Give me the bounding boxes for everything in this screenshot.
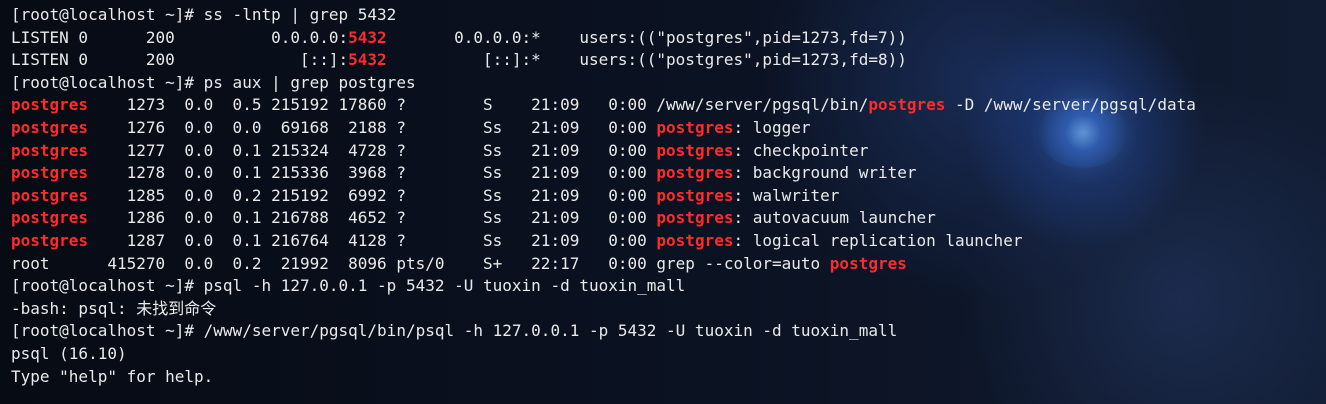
highlighted-match: postgres <box>11 140 89 160</box>
terminal-text: : logger <box>733 117 811 137</box>
terminal-text: [::]:* users:(("postgres",pid=1273,fd=8)… <box>386 50 907 70</box>
terminal-line: postgres 1277 0.0 0.1 215324 4728 ? Ss 2… <box>11 140 1326 163</box>
terminal-line: -bash: psql: 未找到命令 <box>11 298 1326 321</box>
terminal-text: [root@localhost ~]# ps aux | grep postgr… <box>11 72 416 92</box>
terminal-text: 1277 0.0 0.1 215324 4728 ? Ss 21:09 0:00 <box>88 140 657 160</box>
terminal-lines: [root@localhost ~]# ss -lntp | grep 5432… <box>11 4 1326 388</box>
terminal-text: 1278 0.0 0.1 215336 3968 ? Ss 21:09 0:00 <box>88 163 657 183</box>
terminal-text: LISTEN 0 200 [::]: <box>11 50 349 70</box>
terminal-text: 1285 0.0 0.2 215192 6992 ? Ss 21:09 0:00 <box>88 185 657 205</box>
highlighted-match: postgres <box>656 117 734 137</box>
highlighted-match: postgres <box>11 95 89 115</box>
terminal-line: LISTEN 0 200 0.0.0.0:5432 0.0.0.0:* user… <box>11 27 1326 50</box>
terminal-text: : checkpointer <box>733 140 869 160</box>
highlighted-match: postgres <box>11 117 89 137</box>
terminal-text: 1276 0.0 0.0 69168 2188 ? Ss 21:09 0:00 <box>88 117 657 137</box>
highlighted-match: postgres <box>656 163 734 183</box>
terminal-text: 1286 0.0 0.1 216788 4652 ? Ss 21:09 0:00 <box>88 208 657 228</box>
terminal-text: psql (16.10) <box>11 343 127 363</box>
terminal-line: [root@localhost ~]# psql -h 127.0.0.1 -p… <box>11 275 1326 298</box>
terminal-text: : autovacuum launcher <box>733 208 936 228</box>
highlighted-match: postgres <box>868 95 946 115</box>
highlighted-match: postgres <box>656 140 734 160</box>
highlighted-match: 5432 <box>348 27 387 47</box>
terminal-line: postgres 1273 0.0 0.5 215192 17860 ? S 2… <box>11 94 1326 117</box>
terminal-line: [root@localhost ~]# ss -lntp | grep 5432 <box>11 4 1326 27</box>
terminal-text: -D /www/server/pgsql/data <box>945 95 1196 115</box>
highlighted-match: postgres <box>11 163 89 183</box>
terminal-text: 0.0.0.0:* users:(("postgres",pid=1273,fd… <box>386 27 907 47</box>
terminal-line: [root@localhost ~]# /www/server/pgsql/bi… <box>11 320 1326 343</box>
highlighted-match: postgres <box>11 185 89 205</box>
terminal-line: LISTEN 0 200 [::]:5432 [::]:* users:(("p… <box>11 49 1326 72</box>
terminal-line: postgres 1285 0.0 0.2 215192 6992 ? Ss 2… <box>11 185 1326 208</box>
terminal-text: : logical replication launcher <box>733 230 1023 250</box>
terminal-text: [root@localhost ~]# /www/server/pgsql/bi… <box>11 321 898 341</box>
highlighted-match: postgres <box>656 208 734 228</box>
terminal-text: [root@localhost ~]# psql -h 127.0.0.1 -p… <box>11 276 686 296</box>
terminal-text: -bash: psql: 未找到命令 <box>11 298 217 318</box>
highlighted-match: 5432 <box>348 50 387 70</box>
terminal-text: root 415270 0.0 0.2 21992 8096 pts/0 S+ … <box>11 253 830 273</box>
highlighted-match: postgres <box>656 230 734 250</box>
highlighted-match: postgres <box>11 230 89 250</box>
terminal-text: : background writer <box>733 163 917 183</box>
terminal-line: postgres 1278 0.0 0.1 215336 3968 ? Ss 2… <box>11 162 1326 185</box>
highlighted-match: postgres <box>11 208 89 228</box>
terminal-text: : walwriter <box>733 185 840 205</box>
highlighted-match: postgres <box>656 185 734 205</box>
terminal-line: Type "help" for help. <box>11 366 1326 389</box>
terminal-line: root 415270 0.0 0.2 21992 8096 pts/0 S+ … <box>11 253 1326 276</box>
terminal-line: [root@localhost ~]# ps aux | grep postgr… <box>11 72 1326 95</box>
terminal-text: 1273 0.0 0.5 215192 17860 ? S 21:09 0:00… <box>88 95 869 115</box>
terminal-line: postgres 1286 0.0 0.1 216788 4652 ? Ss 2… <box>11 207 1326 230</box>
highlighted-match: postgres <box>829 253 907 273</box>
terminal-line: psql (16.10) <box>11 343 1326 366</box>
terminal-text: 1287 0.0 0.1 216764 4128 ? Ss 21:09 0:00 <box>88 230 657 250</box>
terminal-output[interactable]: [root@localhost ~]# ss -lntp | grep 5432… <box>0 0 1326 404</box>
terminal-line: postgres 1287 0.0 0.1 216764 4128 ? Ss 2… <box>11 230 1326 253</box>
terminal-text: LISTEN 0 200 0.0.0.0: <box>11 27 349 47</box>
terminal-text: Type "help" for help. <box>11 366 214 386</box>
terminal-line: postgres 1276 0.0 0.0 69168 2188 ? Ss 21… <box>11 117 1326 140</box>
terminal-text: [root@localhost ~]# ss -lntp | grep 5432 <box>11 5 397 24</box>
